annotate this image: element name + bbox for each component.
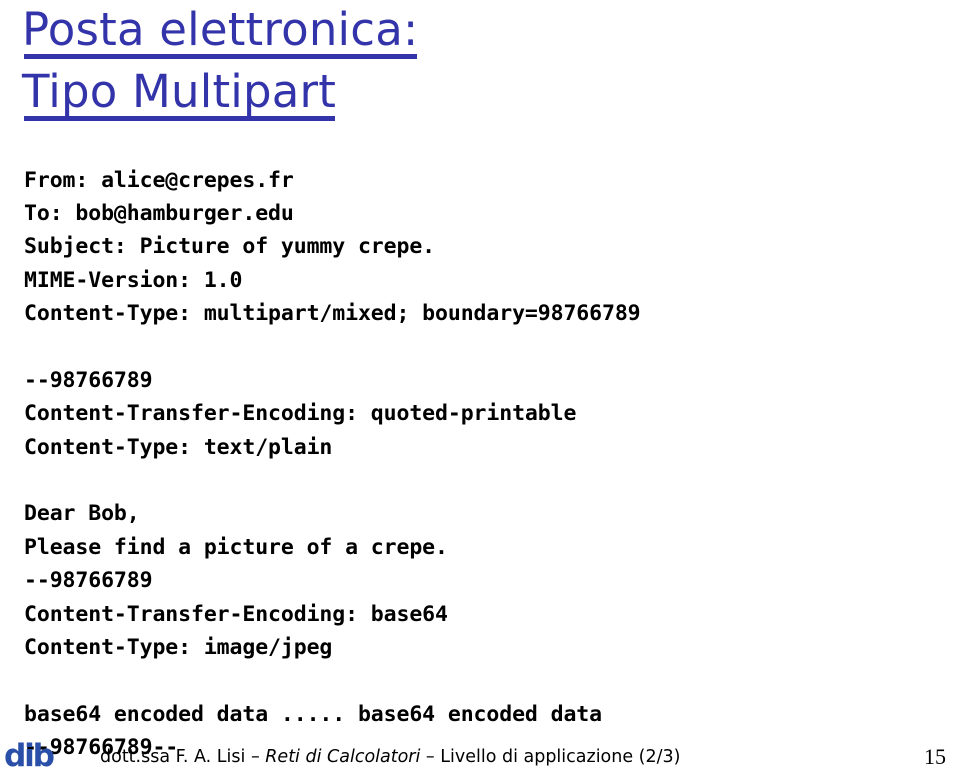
page-number: 15 <box>924 744 946 769</box>
mail-line: From: alice@crepes.fr <box>24 167 294 193</box>
mail-line: To: bob@hamburger.edu <box>24 200 294 226</box>
mail-line: Content-Type: image/jpeg <box>24 634 333 660</box>
page-title-row-2: Tipo Multipart <box>22 64 922 121</box>
footer-credit: dott.ssa F. A. Lisi – Reti di Calcolator… <box>100 745 681 769</box>
dib-logo-text: dib <box>4 738 55 774</box>
page-title: Posta elettronica: Tipo Multipart <box>22 2 922 121</box>
page-title-line-1: Posta elettronica: <box>22 2 418 59</box>
mail-line-blank <box>24 664 944 697</box>
mail-line: Content-Transfer-Encoding: base64 <box>24 601 448 627</box>
mail-line: Content-Transfer-Encoding: quoted-printa… <box>24 401 577 427</box>
mail-line: Dear Bob, <box>24 501 140 527</box>
mail-line: --98766789 <box>24 367 153 393</box>
mail-line: --98766789 <box>24 568 153 594</box>
footer-credit-suffix: – Livello di applicazione (2/3) <box>420 747 681 767</box>
mail-line-blank <box>24 330 944 363</box>
footer-credit-course: Reti di Calcolatori <box>265 747 421 767</box>
mail-line-blank <box>24 464 944 497</box>
mime-message-body: From: alice@crepes.fr To: bob@hamburger.e… <box>24 164 944 765</box>
page-title-line-2: Tipo Multipart <box>22 64 336 121</box>
mail-line: MIME-Version: 1.0 <box>24 267 243 293</box>
slide-footer: dib dott.ssa F. A. Lisi – Reti di Calcol… <box>0 740 959 775</box>
dib-logo: dib <box>4 740 84 773</box>
page-title-row-1: Posta elettronica: <box>22 2 922 59</box>
mail-line: Content-Type: text/plain <box>24 434 333 460</box>
footer-credit-prefix: dott.ssa F. A. Lisi – <box>100 747 266 767</box>
mail-line: Please find a picture of a crepe. <box>24 534 448 560</box>
mail-line: base64 encoded data ..... base64 encoded… <box>24 701 602 727</box>
mail-line: Subject: Picture of yummy crepe. <box>24 234 436 260</box>
mail-line: Content-Type: multipart/mixed; boundary=… <box>24 301 641 327</box>
